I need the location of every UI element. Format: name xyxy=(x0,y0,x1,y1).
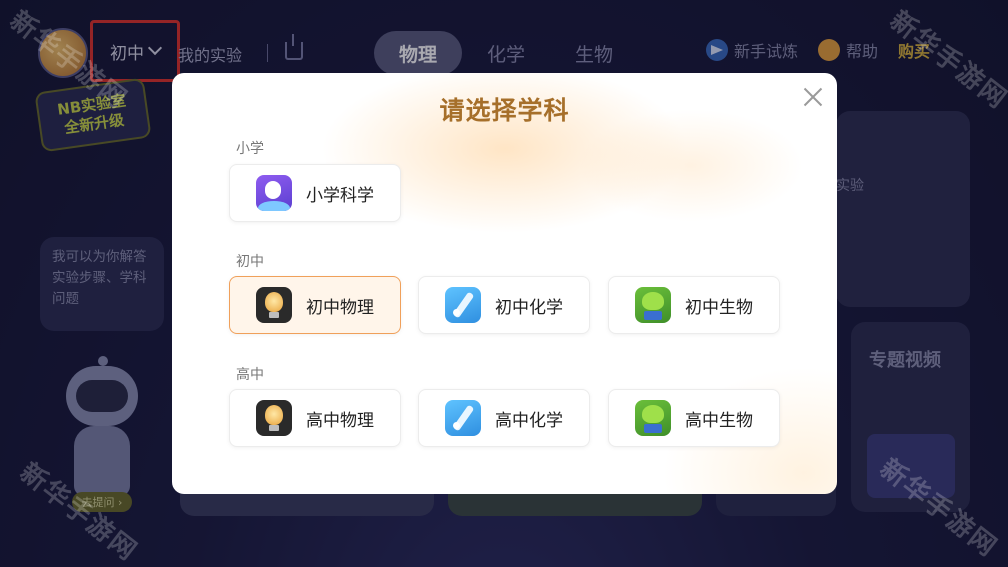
course-junior-biology[interactable]: 初中生物 xyxy=(608,276,780,334)
section-label-primary: 小学 xyxy=(236,141,264,157)
frog-icon xyxy=(635,400,671,436)
section-label-senior: 高中 xyxy=(236,367,264,383)
course-label: 高中化学 xyxy=(495,410,563,431)
course-label: 高中物理 xyxy=(306,410,374,431)
course-label: 初中生物 xyxy=(685,297,753,318)
dialog-title: 请选择学科 xyxy=(439,96,570,125)
course-senior-physics[interactable]: 高中物理 xyxy=(229,389,401,447)
dropper-icon xyxy=(445,400,481,436)
course-label: 高中生物 xyxy=(685,410,753,431)
close-icon[interactable] xyxy=(802,86,824,108)
course-label: 初中化学 xyxy=(495,297,563,318)
science-astronaut-icon xyxy=(256,175,292,211)
lightbulb-icon xyxy=(256,400,292,436)
course-senior-biology[interactable]: 高中生物 xyxy=(608,389,780,447)
course-junior-chemistry[interactable]: 初中化学 xyxy=(418,276,590,334)
lightbulb-icon xyxy=(256,287,292,323)
subject-select-dialog: 请选择学科 小学 小学科学 初中 初中物理 初中化学 初中生物 高中 高中物理 … xyxy=(172,73,837,494)
course-junior-physics[interactable]: 初中物理 xyxy=(229,276,401,334)
course-label: 初中物理 xyxy=(306,297,374,318)
course-label: 小学科学 xyxy=(306,185,374,206)
course-senior-chemistry[interactable]: 高中化学 xyxy=(418,389,590,447)
dropper-icon xyxy=(445,287,481,323)
section-label-junior: 初中 xyxy=(236,254,264,270)
frog-icon xyxy=(635,287,671,323)
course-primary-science[interactable]: 小学科学 xyxy=(229,164,401,222)
